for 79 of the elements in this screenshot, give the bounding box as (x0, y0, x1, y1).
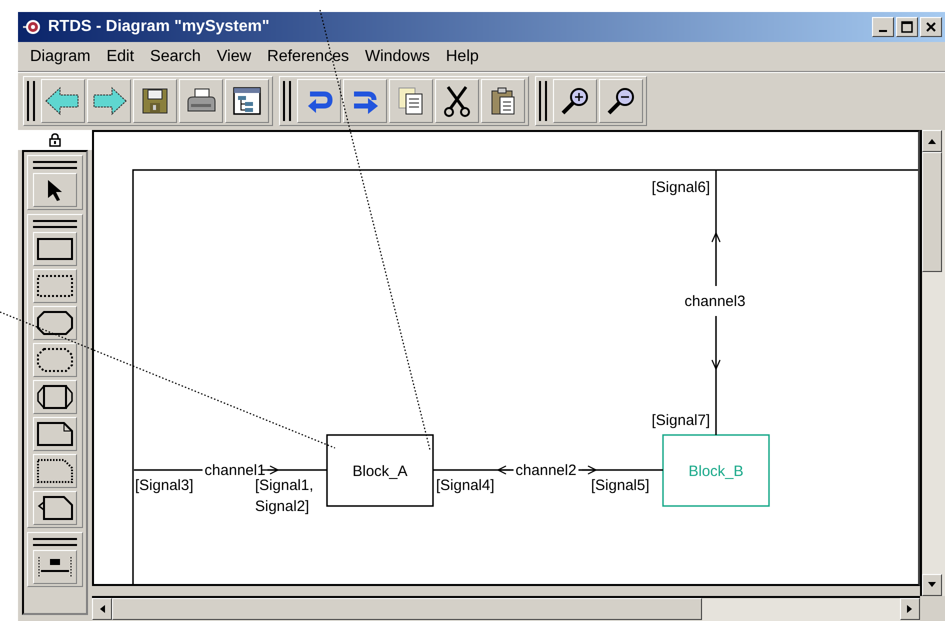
process-tool-button[interactable] (33, 306, 77, 340)
save-button[interactable] (133, 79, 177, 123)
double-arrow-button[interactable] (343, 79, 387, 123)
maximize-icon (901, 21, 913, 33)
tagged-note-tool-button[interactable] (33, 491, 77, 525)
toolbar-grip[interactable] (27, 81, 35, 121)
hierarchy-view-icon (232, 86, 262, 116)
channel-label: channel1 (204, 462, 266, 479)
maximize-button[interactable] (896, 17, 918, 37)
back-arrow-button[interactable] (41, 79, 85, 123)
dashed-process-tool-button[interactable] (33, 343, 77, 377)
window-title: RTDS - Diagram "mySystem" (48, 17, 270, 37)
palette-grip[interactable] (33, 538, 77, 546)
vertical-scroll-thumb[interactable] (922, 152, 942, 272)
channel-label: channel3 (684, 293, 746, 310)
channel-tool-button[interactable] (33, 550, 77, 584)
cut-button[interactable] (435, 79, 479, 123)
menu-item[interactable]: References (259, 44, 357, 68)
signal-list-label: [Signal1, Signal2] (255, 477, 314, 515)
note-tool-button[interactable] (33, 417, 77, 451)
palette-grip[interactable] (33, 220, 77, 228)
block-icon (36, 236, 74, 262)
scroll-down-icon (927, 581, 937, 589)
channel-label: channel2 (516, 462, 576, 479)
minimize-button[interactable] (872, 17, 894, 37)
menu-item[interactable]: Search (142, 44, 209, 68)
scroll-left-button[interactable] (92, 598, 112, 620)
tagged-note-icon (36, 494, 74, 522)
toolbar-grip[interactable] (283, 81, 291, 121)
process-icon (36, 310, 74, 336)
signal-list-label: [Signal3] (135, 477, 194, 494)
dashed-block-tool-button[interactable] (33, 269, 77, 303)
dashed-note-tool-button[interactable] (33, 454, 77, 488)
signal-list-label: [Signal7] (652, 412, 710, 429)
scroll-down-button[interactable] (922, 574, 942, 596)
scroll-right-button[interactable] (900, 598, 920, 620)
scroll-right-icon (906, 604, 914, 614)
close-icon (925, 21, 937, 33)
dashed-block-icon (36, 273, 74, 299)
scroll-up-button[interactable] (922, 130, 942, 152)
link-arrow-button[interactable] (297, 79, 341, 123)
arrowhead-icon (711, 232, 721, 242)
menu-item[interactable]: Windows (356, 44, 438, 68)
scroll-left-icon (98, 604, 106, 614)
channel-line[interactable] (715, 169, 717, 436)
scroll-up-icon (927, 137, 937, 145)
block[interactable]: Block_A (326, 434, 434, 507)
signal-list-label: [Signal6] (652, 179, 710, 196)
pointer-tool-button[interactable] (33, 173, 77, 207)
cut-icon (442, 85, 472, 117)
forward-arrow-button[interactable] (87, 79, 131, 123)
dashed-note-icon (36, 457, 74, 485)
palette-grip[interactable] (33, 161, 77, 169)
class-icon (36, 383, 74, 411)
menu-item[interactable]: Help (438, 44, 487, 68)
lock-icon[interactable] (49, 133, 61, 147)
block-tool-button[interactable] (33, 232, 77, 266)
hierarchy-view-button[interactable] (225, 79, 269, 123)
toolbar-grip[interactable] (539, 81, 547, 121)
zoom-in-icon (559, 85, 591, 117)
note-icon (36, 420, 74, 448)
paste-button[interactable] (481, 79, 525, 123)
horizontal-scroll-thumb[interactable] (112, 598, 702, 620)
minimize-icon (879, 30, 887, 32)
close-button[interactable] (920, 17, 942, 37)
dashed-process-icon (36, 347, 74, 373)
copy-button[interactable] (389, 79, 433, 123)
menu-item[interactable]: Diagram (22, 44, 98, 68)
menu-item[interactable]: Edit (98, 44, 142, 68)
zoom-out-button[interactable] (599, 79, 643, 123)
arrowhead-icon (711, 360, 721, 370)
class-tool-button[interactable] (33, 380, 77, 414)
zoom-out-icon (605, 85, 637, 117)
signal-list-label: [Signal4] (436, 477, 494, 494)
save-icon (141, 87, 169, 115)
menu-item[interactable]: View (208, 44, 260, 68)
zoom-in-button[interactable] (553, 79, 597, 123)
signal-list-label: [Signal5] (591, 477, 650, 494)
print-button[interactable] (179, 79, 223, 123)
